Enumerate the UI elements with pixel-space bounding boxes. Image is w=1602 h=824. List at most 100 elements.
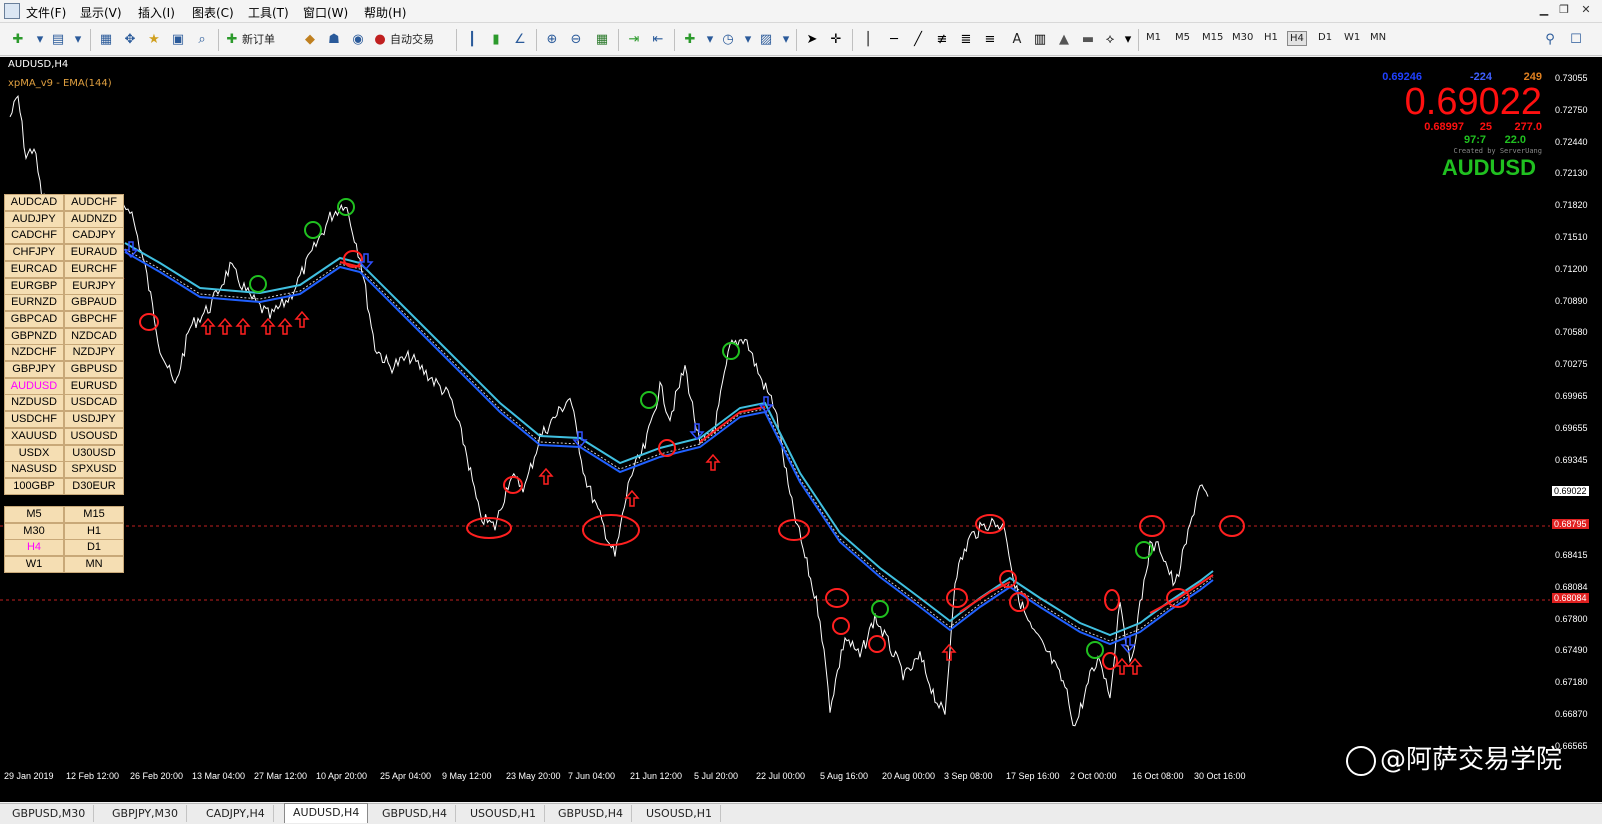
chart-window[interactable]: AUDUSD,H4 xpMA_v9 - EMA(144) AUDCAD AUDJP… — [0, 57, 1602, 802]
market-watch-icon[interactable]: ▦ — [96, 29, 116, 49]
market-icon[interactable]: ◉ — [348, 29, 368, 49]
menu-help[interactable]: 帮助(H) — [364, 4, 406, 21]
templates-icon[interactable]: ▨ — [756, 29, 776, 49]
chart-tab[interactable]: USOUSD,H1 — [462, 805, 545, 822]
symbol-button-eurcad[interactable]: EURCAD — [4, 260, 64, 278]
tf-button-mn[interactable]: MN — [64, 556, 124, 574]
close-icon[interactable]: ✕ — [1578, 3, 1594, 17]
new-chart-icon[interactable]: ✚ — [8, 29, 28, 49]
menu-view[interactable]: 显示(V) — [80, 4, 122, 21]
chart-tab[interactable]: USOUSD,H1 — [638, 805, 721, 822]
search-icon[interactable]: ⚲ — [1540, 29, 1560, 49]
symbol-button-d30eur[interactable]: D30EUR — [64, 477, 124, 495]
symbol-button-audjpy[interactable]: AUDJPY — [4, 210, 64, 228]
profiles-icon[interactable]: ▤ — [48, 29, 68, 49]
symbol-button-nzdchf[interactable]: NZDCHF — [4, 344, 64, 362]
symbol-button-usdcad[interactable]: USDCAD — [64, 394, 124, 412]
symbol-button-eurgbp[interactable]: EURGBP — [4, 277, 64, 295]
tf-button-h1[interactable]: H1 — [64, 522, 124, 540]
symbol-button-gbpnzd[interactable]: GBPNZD — [4, 327, 64, 345]
symbol-button-cadchf[interactable]: CADCHF — [4, 227, 64, 245]
dropdown-icon[interactable]: ▾ — [776, 29, 796, 49]
text-label-icon[interactable]: ▥ — [1030, 29, 1050, 49]
rectangle-icon[interactable]: ▬ — [1078, 29, 1098, 49]
metaeditor-icon[interactable]: ◆ — [300, 29, 320, 49]
timeframe-w1[interactable]: W1 — [1342, 31, 1362, 44]
dropdown-icon[interactable]: ▾ — [1118, 29, 1138, 49]
dropdown-icon[interactable]: ▾ — [738, 29, 758, 49]
symbol-button-xauusd[interactable]: XAUUSD — [4, 427, 64, 445]
text-tool-icon[interactable]: A — [1010, 29, 1024, 49]
vertical-line-icon[interactable]: │ — [858, 29, 878, 49]
symbol-button-gbpchf[interactable]: GBPCHF — [64, 310, 124, 328]
timeframe-m30[interactable]: M30 — [1230, 31, 1255, 44]
dropdown-icon[interactable]: ▾ — [30, 29, 50, 49]
minimize-icon[interactable]: ▁ — [1536, 3, 1552, 17]
symbol-button-100gbp[interactable]: 100GBP — [4, 477, 64, 495]
crosshair-icon[interactable]: ✛ — [826, 29, 846, 49]
timeframe-d1[interactable]: D1 — [1316, 31, 1334, 44]
tf-button-w1[interactable]: W1 — [4, 556, 64, 574]
symbol-button-euraud[interactable]: EURAUD — [64, 244, 124, 262]
chart-shift-icon[interactable]: ⇤ — [648, 29, 668, 49]
symbol-button-cadjpy[interactable]: CADJPY — [64, 227, 124, 245]
price-axis[interactable]: 0.73055 0.72750 0.72440 0.72130 0.71820 0.715… — [1550, 57, 1602, 769]
symbol-button-spxusd[interactable]: SPXUSD — [64, 461, 124, 479]
symbol-button-audchf[interactable]: AUDCHF — [64, 194, 124, 211]
auto-trading-button[interactable]: 自动交易 — [390, 29, 434, 49]
dropdown-icon[interactable]: ▾ — [700, 29, 720, 49]
community-icon[interactable]: ☐ — [1566, 29, 1586, 49]
navigator-icon[interactable]: ▣ — [168, 29, 188, 49]
symbol-button-eurnzd[interactable]: EURNZD — [4, 294, 64, 312]
signals-icon[interactable]: ☗ — [324, 29, 344, 49]
tile-windows-icon[interactable]: ▦ — [592, 29, 612, 49]
fibonacci-icon[interactable]: ≣ — [956, 29, 976, 49]
crosshair-move-icon[interactable]: ✥ — [120, 29, 140, 49]
menu-insert[interactable]: 插入(I) — [138, 4, 175, 21]
symbol-button-gbpusd[interactable]: GBPUSD — [64, 361, 124, 378]
chart-tab[interactable]: GBPUSD,H4 — [374, 805, 456, 822]
restore-icon[interactable]: ❐ — [1556, 3, 1572, 17]
symbol-button-nzdcad[interactable]: NZDCAD — [64, 327, 124, 345]
symbol-button-u30usd[interactable]: U30USD — [64, 444, 124, 462]
bar-chart-icon[interactable]: ┃ — [462, 29, 482, 49]
timeframe-m1[interactable]: M1 — [1144, 31, 1163, 44]
symbol-button-eurusd[interactable]: EURUSD — [64, 377, 124, 395]
tf-button-m15[interactable]: M15 — [64, 506, 124, 523]
menu-file[interactable]: 文件(F) — [26, 4, 66, 21]
equidistant-channel-icon[interactable]: ≢ — [932, 29, 952, 49]
symbol-button-eurjpy[interactable]: EURJPY — [64, 277, 124, 295]
horizontal-line-icon[interactable]: ─ — [884, 29, 904, 49]
fibonacci-fan-icon[interactable]: ≡ — [980, 29, 1000, 49]
symbol-button-eurchf[interactable]: EURCHF — [64, 260, 124, 278]
tf-button-h4[interactable]: H4 — [4, 539, 64, 557]
symbol-button-gbpjpy[interactable]: GBPJPY — [4, 361, 64, 378]
symbol-button-nzdusd[interactable]: NZDUSD — [4, 394, 64, 412]
symbol-button-usdchf[interactable]: USDCHF — [4, 411, 64, 429]
menu-window[interactable]: 窗口(W) — [303, 4, 348, 21]
zoom-out-icon[interactable]: ⊖ — [566, 29, 586, 49]
tf-button-m5[interactable]: M5 — [4, 506, 64, 523]
chart-tab[interactable]: GBPJPY,M30 — [104, 805, 188, 822]
menu-charts[interactable]: 图表(C) — [192, 4, 234, 21]
timeframe-m15[interactable]: M15 — [1200, 31, 1225, 44]
symbol-button-usdjpy[interactable]: USDJPY — [64, 411, 124, 429]
cursor-icon[interactable]: ➤ — [802, 29, 822, 49]
symbol-button-gbpcad[interactable]: GBPCAD — [4, 310, 64, 328]
symbol-button-chfjpy[interactable]: CHFJPY — [4, 244, 64, 262]
auto-trading-icon[interactable]: ● — [370, 29, 390, 49]
line-chart-icon[interactable]: ∠ — [510, 29, 530, 49]
chart-tab[interactable]: AUDUSD,H4 — [284, 803, 369, 823]
symbol-button-usousd[interactable]: USOUSD — [64, 427, 124, 445]
chart-tab[interactable]: CADJPY,H4 — [198, 805, 274, 822]
timeframe-mn[interactable]: MN — [1368, 31, 1388, 44]
symbol-button-usdx[interactable]: USDX — [4, 444, 64, 462]
trendline-icon[interactable]: ╱ — [908, 29, 928, 49]
new-order-button[interactable]: 新订单 — [242, 29, 275, 49]
symbol-button-audcad[interactable]: AUDCAD — [4, 194, 64, 211]
tester-icon[interactable]: ⌕ — [192, 29, 212, 49]
timeframe-m5[interactable]: M5 — [1173, 31, 1192, 44]
favorites-icon[interactable]: ★ — [144, 29, 164, 49]
symbol-button-audnzd[interactable]: AUDNZD — [64, 210, 124, 228]
symbol-button-audusd[interactable]: AUDUSD — [4, 377, 64, 395]
